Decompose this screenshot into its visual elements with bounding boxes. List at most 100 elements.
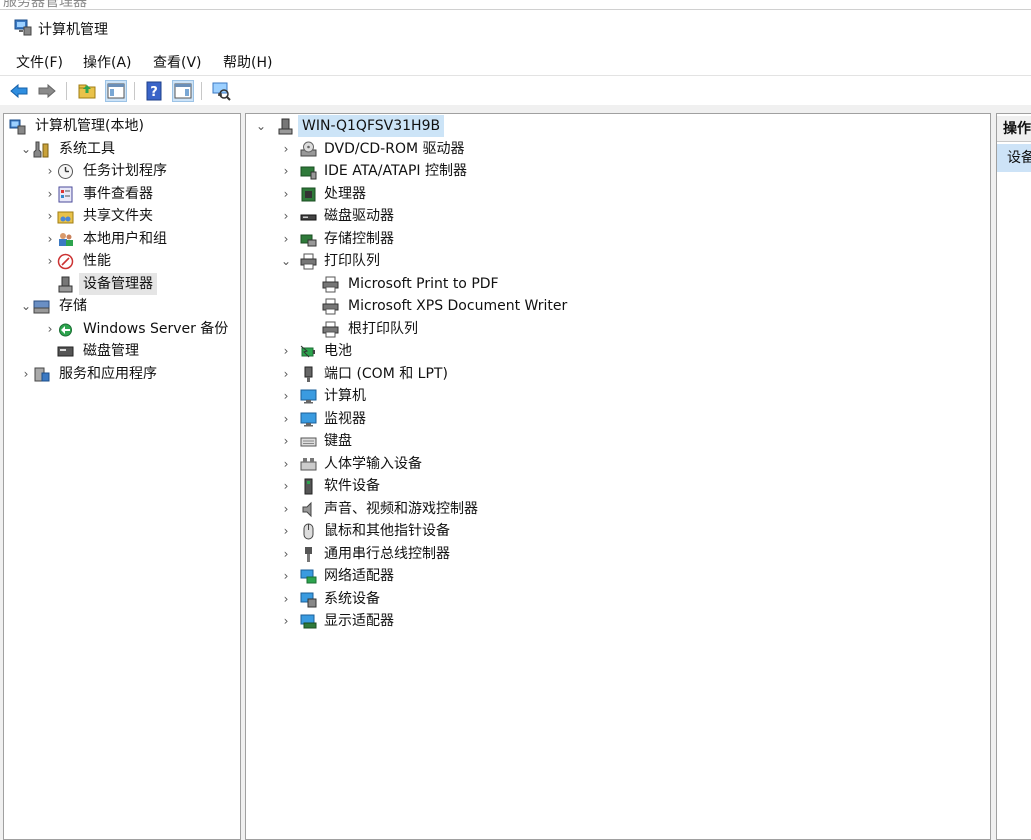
chevron-down-icon[interactable]: ⌄ (280, 250, 292, 272)
chevron-right-icon[interactable]: › (280, 205, 292, 227)
up-folder-icon[interactable] (77, 81, 97, 101)
device-category-label: DVD/CD-ROM 驱动器 (324, 140, 465, 157)
chevron-right-icon[interactable]: › (280, 183, 292, 205)
chevron-right-icon[interactable]: › (280, 475, 292, 497)
title-bar[interactable]: 计算机管理 (0, 10, 1031, 46)
usb-icon (305, 546, 312, 562)
chevron-right-icon[interactable]: › (280, 160, 292, 182)
actions-header: 操作 (997, 116, 1031, 142)
device-category[interactable]: › IDE ATA/ATAPI 控制器 (246, 160, 986, 182)
chevron-right-icon[interactable]: › (280, 228, 292, 250)
chevron-down-icon[interactable]: ⌄ (20, 138, 32, 160)
chevron-right-icon[interactable]: › (20, 363, 32, 385)
forward-arrow-icon[interactable] (37, 81, 57, 101)
device-category[interactable]: Microsoft XPS Document Writer (246, 295, 986, 317)
help-icon[interactable]: ? (144, 81, 164, 101)
device-category[interactable]: › 处理器 (246, 183, 986, 205)
device-tree-root[interactable]: ⌄ WIN-Q1QFSV31H9B (246, 115, 986, 137)
device-category[interactable]: › 人体学输入设备 (246, 453, 986, 475)
monitor-icon (300, 412, 317, 426)
device-category[interactable]: ⌄ 打印队列 (246, 250, 986, 272)
chevron-right-icon[interactable]: › (44, 183, 56, 205)
left-tree-item-label: 设备管理器 (79, 272, 157, 295)
chevron-right-icon[interactable]: › (280, 565, 292, 587)
device-category[interactable]: › 磁盘驱动器 (246, 205, 986, 227)
console-tree-icon[interactable] (105, 80, 127, 102)
left-tree-item[interactable]: › Windows Server 备份 (4, 318, 238, 340)
device-category-label: 端口 (COM 和 LPT) (324, 365, 448, 382)
chevron-right-icon[interactable]: › (280, 138, 292, 160)
device-category[interactable]: › 电池 (246, 340, 986, 362)
menu-action[interactable]: 操作(A) (83, 52, 132, 72)
scan-hardware-icon[interactable] (211, 81, 231, 101)
clock-icon (58, 164, 73, 179)
chevron-right-icon[interactable]: › (44, 228, 56, 250)
device-category[interactable]: 根打印队列 (246, 318, 986, 340)
device-category[interactable]: Microsoft Print to PDF (246, 273, 986, 295)
chevron-right-icon[interactable]: › (280, 340, 292, 362)
device-category-label: 声音、视频和游戏控制器 (324, 500, 478, 517)
device-category[interactable]: › 通用串行总线控制器 (246, 543, 986, 565)
chevron-right-icon[interactable]: › (44, 160, 56, 182)
left-tree-item[interactable]: › 性能 (4, 250, 238, 272)
device-category[interactable]: › 端口 (COM 和 LPT) (246, 363, 986, 385)
chevron-right-icon[interactable]: › (280, 498, 292, 520)
printer-icon (300, 253, 317, 270)
chevron-right-icon[interactable]: › (44, 250, 56, 272)
back-arrow-icon[interactable] (9, 81, 29, 101)
left-tree-item[interactable]: 设备管理器 (4, 272, 238, 295)
left-tree-item-label: 事件查看器 (83, 185, 153, 202)
device-category[interactable]: › 声音、视频和游戏控制器 (246, 498, 986, 520)
monitor-icon (300, 389, 317, 404)
chevron-right-icon[interactable]: › (280, 453, 292, 475)
chevron-right-icon[interactable]: › (280, 610, 292, 632)
chevron-right-icon[interactable]: › (280, 408, 292, 430)
device-category[interactable]: › 键盘 (246, 430, 986, 452)
show-hide-action-pane-icon[interactable] (172, 80, 194, 102)
actions-item[interactable]: 设备管理器 (997, 144, 1031, 172)
left-tree-item[interactable]: › 共享文件夹 (4, 205, 238, 227)
chevron-down-icon[interactable]: ⌄ (255, 115, 267, 137)
chevron-right-icon[interactable]: › (280, 363, 292, 385)
chevron-right-icon[interactable]: › (280, 588, 292, 610)
device-category[interactable]: › 存储控制器 (246, 228, 986, 250)
device-category[interactable]: › DVD/CD-ROM 驱动器 (246, 138, 986, 160)
device-category[interactable]: › 计算机 (246, 385, 986, 407)
device-category-label: 软件设备 (324, 478, 380, 494)
left-tree-item[interactable]: ⌄ 存储 (4, 295, 238, 317)
chevron-right-icon[interactable]: › (44, 318, 56, 340)
device-category[interactable]: › 监视器 (246, 408, 986, 430)
menu-help[interactable]: 帮助(H) (223, 52, 272, 72)
device-category-label: 显示适配器 (324, 613, 394, 629)
chevron-right-icon[interactable]: › (280, 430, 292, 452)
left-tree-item[interactable]: 计算机管理(本地) (4, 115, 238, 137)
chevron-right-icon[interactable]: › (280, 385, 292, 407)
device-category[interactable]: › 系统设备 (246, 588, 986, 610)
device-category-label: 系统设备 (324, 590, 380, 607)
performance-icon (57, 253, 74, 270)
chevron-down-icon[interactable]: ⌄ (20, 295, 32, 317)
device-manager-icon (58, 276, 73, 292)
left-tree-item-label: Windows Server 备份 (83, 320, 229, 337)
left-tree-item[interactable]: 磁盘管理 (4, 340, 238, 362)
device-category[interactable]: › 软件设备 (246, 475, 986, 497)
left-tree-item[interactable]: ⌄ 系统工具 (4, 138, 238, 160)
hid-icon (300, 457, 317, 470)
pane-divider-strip (0, 105, 1031, 113)
device-category-label: 人体学输入设备 (324, 455, 422, 472)
device-category[interactable]: › 显示适配器 (246, 610, 986, 632)
network-adapter-icon (300, 569, 317, 584)
device-category-label: 通用串行总线控制器 (324, 545, 450, 562)
chevron-right-icon[interactable]: › (280, 520, 292, 542)
left-tree-item[interactable]: › 事件查看器 (4, 183, 238, 205)
chevron-right-icon[interactable]: › (280, 543, 292, 565)
device-category[interactable]: › 网络适配器 (246, 565, 986, 587)
left-tree-item[interactable]: › 任务计划程序 (4, 160, 238, 182)
menu-file[interactable]: 文件(F) (16, 52, 63, 72)
menu-view[interactable]: 查看(V) (153, 52, 202, 72)
device-category[interactable]: › 鼠标和其他指针设备 (246, 520, 986, 542)
chevron-right-icon[interactable]: › (44, 205, 56, 227)
mouse-icon (303, 523, 314, 540)
left-tree-item[interactable]: › 本地用户和组 (4, 228, 238, 250)
left-tree-item[interactable]: › 服务和应用程序 (4, 363, 238, 385)
